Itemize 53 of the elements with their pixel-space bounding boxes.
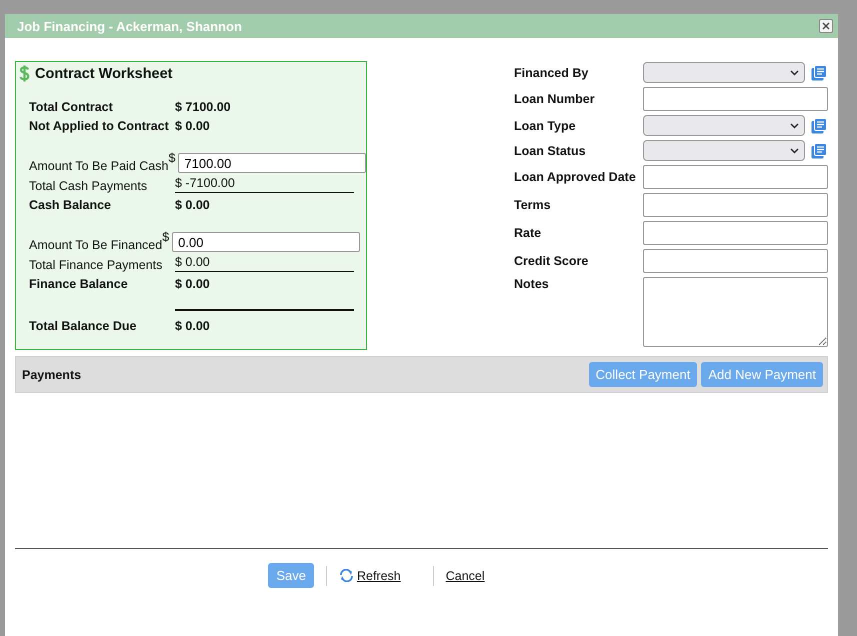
row-label: Amount To Be Paid Cash bbox=[29, 159, 168, 173]
row-value: $ 0.00 bbox=[175, 198, 210, 212]
row-value: $ 0.00 bbox=[175, 119, 210, 133]
row-value: $ -7100.00 bbox=[175, 176, 235, 190]
window-title: Job Financing - Ackerman, Shannon bbox=[17, 18, 242, 34]
input-field[interactable] bbox=[643, 249, 828, 273]
close-icon bbox=[822, 22, 830, 30]
row-label: Finance Balance bbox=[29, 277, 129, 291]
row-label: Amount To Be Financed bbox=[29, 238, 162, 252]
chevron-down-icon bbox=[790, 122, 799, 128]
list-icon[interactable] bbox=[811, 142, 827, 158]
chevron-down-icon bbox=[790, 70, 799, 76]
close-button[interactable] bbox=[819, 19, 833, 33]
dollar-icon bbox=[19, 65, 30, 82]
field-label: Notes bbox=[514, 277, 550, 291]
row-value: $ 0.00 bbox=[175, 254, 210, 268]
notes-field[interactable] bbox=[643, 277, 828, 347]
row-label: Total Contract bbox=[29, 100, 114, 114]
currency-symbol: $ bbox=[168, 151, 176, 165]
input-field[interactable] bbox=[643, 193, 828, 217]
field-label: Loan Status bbox=[514, 144, 587, 158]
list-icon[interactable] bbox=[811, 118, 827, 134]
refresh-icon bbox=[338, 569, 354, 582]
row-label: Total Finance Payments bbox=[29, 258, 164, 272]
amount-field[interactable]: 0.00 bbox=[172, 232, 360, 252]
amount-field[interactable]: 7100.00 bbox=[178, 153, 366, 173]
row-label: Cash Balance bbox=[29, 198, 112, 212]
row-label: Total Balance Due bbox=[29, 319, 138, 333]
field-label: Loan Approved Date bbox=[514, 170, 637, 184]
field-label: Financed By bbox=[514, 66, 590, 80]
field-label: Rate bbox=[514, 226, 542, 240]
field-label: Loan Type bbox=[514, 118, 577, 132]
input-field[interactable] bbox=[643, 165, 828, 189]
dropdown-field[interactable] bbox=[643, 140, 805, 161]
dropdown-field[interactable] bbox=[643, 115, 805, 136]
row-label: Not Applied to Contract bbox=[29, 119, 170, 133]
input-field[interactable] bbox=[643, 87, 828, 111]
currency-symbol: $ bbox=[162, 230, 170, 244]
chevron-down-icon bbox=[790, 148, 799, 154]
cancel-link[interactable]: Cancel bbox=[446, 568, 485, 582]
worksheet-title: Contract Worksheet bbox=[35, 66, 173, 82]
dropdown-field[interactable] bbox=[643, 62, 805, 83]
payments-title: Payments bbox=[22, 368, 82, 382]
list-icon[interactable] bbox=[811, 64, 827, 80]
row-value: $ 0.00 bbox=[175, 277, 210, 291]
refresh-link[interactable]: Refresh bbox=[338, 568, 401, 582]
input-field[interactable] bbox=[643, 221, 828, 245]
row-value: $ 7100.00 bbox=[175, 100, 231, 114]
row-value: $ 0.00 bbox=[175, 319, 210, 333]
row-label: Total Cash Payments bbox=[29, 178, 148, 192]
field-label: Credit Score bbox=[514, 254, 590, 268]
field-label: Loan Number bbox=[514, 92, 596, 106]
field-label: Terms bbox=[514, 198, 552, 212]
